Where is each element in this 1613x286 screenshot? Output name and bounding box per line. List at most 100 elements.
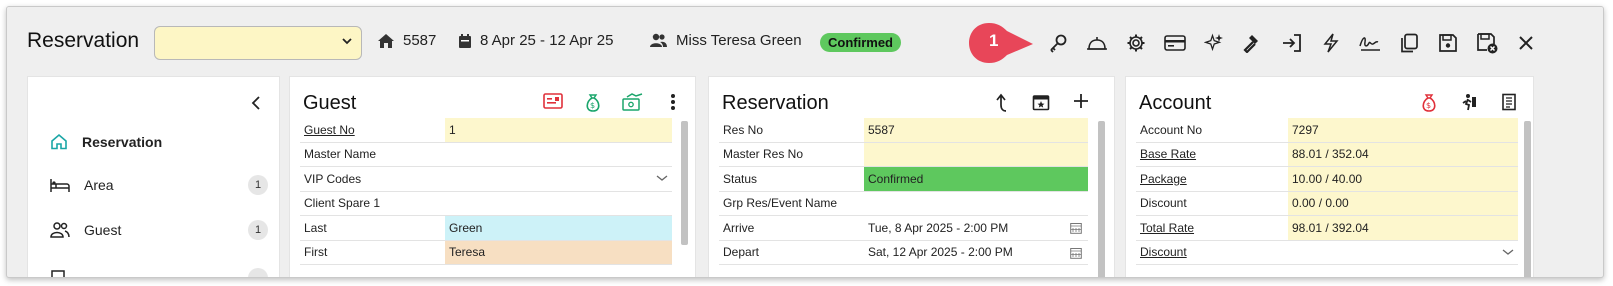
arrow-up-icon[interactable] [981,93,1021,113]
account-card: Account $ Account No 7297 Base Rate 88.01 … [1125,76,1534,277]
reservation-fields: Res No 5587 Master Res No Status Confirmed… [719,118,1088,265]
field-status: Status Confirmed [719,167,1088,192]
field-depart: Depart Sat, 12 Apr 2025 - 2:00 PM [719,241,1088,265]
guest-card: Guest $ Guest No 1 Master Name VIP Codes … [289,76,696,277]
scrollbar[interactable] [681,121,688,245]
calendar-icon[interactable] [1070,247,1082,262]
reservation-select[interactable] [154,26,362,60]
money-bag-icon[interactable]: $ [1409,93,1449,113]
field-vip-codes: VIP Codes [300,167,672,192]
account-no-label: Account No [1140,122,1203,137]
receipt-icon[interactable] [1489,93,1529,113]
status-label: Status [723,171,758,186]
grp-res-value[interactable] [864,192,1088,216]
copy-icon[interactable] [1389,31,1428,55]
home-icon [378,33,394,48]
guest-no-label[interactable]: Guest No [300,123,445,137]
collapse-icon[interactable] [251,95,261,116]
first-name-label: First [304,245,328,260]
hammer-icon[interactable] [1233,31,1272,55]
account-no-value[interactable]: 7297 [1288,118,1518,142]
chevron-down-icon [1502,246,1514,260]
app-window: Reservation 5587 8 Apr 25 - 12 Apr 25 Mi… [6,6,1604,278]
home-icon [51,133,67,150]
calendar-icon[interactable] [1070,222,1082,237]
field-last: Last Green [300,216,672,241]
field-discount-amount: Discount 0.00 / 0.00 [1136,191,1518,216]
total-rate-value[interactable]: 98.01 / 392.04 [1288,216,1518,240]
discount-select[interactable] [1288,241,1518,265]
first-name-value[interactable]: Teresa [445,240,672,264]
scrollbar[interactable] [1098,121,1105,277]
save-icon[interactable] [1428,31,1467,55]
top-bar: Reservation 5587 8 Apr 25 - 12 Apr 25 Mi… [7,7,1603,75]
room-info: 5587 [377,32,436,49]
side-nav: Reservation Area 1 Guest 1 [27,76,280,277]
vip-codes-label: VIP Codes [304,171,362,186]
nav-item-area[interactable]: Area 1 [50,175,268,195]
signature-icon[interactable] [1350,31,1389,55]
reservation-card: Reservation Res No 5587 Master Res No Sta… [708,76,1115,277]
lightning-icon[interactable] [1311,31,1350,55]
id-card-icon[interactable] [533,93,573,113]
guest-no-value[interactable]: 1 [445,118,672,142]
depart-date-field[interactable]: Sat, 12 Apr 2025 - 2:00 PM [864,241,1088,265]
package-value[interactable]: 10.00 / 40.00 [1288,167,1518,191]
nav-item-guest[interactable]: Guest 1 [50,220,268,240]
sign-in-icon[interactable] [1272,31,1311,55]
scrollbar[interactable] [1524,121,1531,277]
client-spare-value[interactable] [445,192,672,216]
cash-trend-icon[interactable] [613,93,653,113]
nav-item-partial[interactable] [50,268,268,277]
field-res-no: Res No 5587 [719,118,1088,143]
master-name-label: Master Name [304,147,377,162]
master-res-no-value[interactable] [864,142,1088,166]
base-rate-value[interactable]: 88.01 / 352.04 [1288,142,1518,166]
reservation-card-title: Reservation [722,92,829,114]
last-name-label: Last [304,220,327,235]
guest-fields: Guest No 1 Master Name VIP Codes Client S… [300,118,672,265]
master-res-no-label: Master Res No [723,147,804,162]
gear-icon[interactable] [1116,31,1155,55]
vip-codes-select[interactable] [445,167,672,191]
package-link[interactable]: Package [1136,172,1288,186]
guest-name: Miss Teresa Green [676,32,802,49]
field-first: First Teresa [300,240,672,265]
document-icon [51,270,65,277]
sparkle-icon[interactable] [1194,31,1233,55]
money-bag-icon[interactable]: $ [573,93,613,113]
last-name-value[interactable]: Green [445,216,672,240]
field-base-rate: Base Rate 88.01 / 352.04 [1136,142,1518,167]
more-vertical-icon[interactable] [653,93,693,113]
credit-card-icon[interactable] [1155,31,1194,55]
person-walking-icon[interactable] [1449,93,1489,113]
count-badge [248,268,268,277]
people-icon [50,222,70,238]
reservation-card-icons [981,93,1101,113]
room-number: 5587 [403,32,437,49]
account-card-title: Account [1139,92,1212,114]
arrive-date-field[interactable]: Tue, 8 Apr 2025 - 2:00 PM [864,216,1088,240]
res-no-value[interactable]: 5587 [864,118,1088,142]
key-icon[interactable] [1038,31,1077,55]
bell-icon[interactable] [1077,31,1116,55]
count-badge: 1 [248,220,268,240]
field-master-name: Master Name [300,143,672,167]
account-fields: Account No 7297 Base Rate 88.01 / 352.04 P… [1136,118,1518,265]
base-rate-link[interactable]: Base Rate [1136,147,1288,161]
nav-item-reservation[interactable]: Reservation [50,133,268,150]
calendar-star-icon[interactable] [1021,93,1061,113]
close-icon[interactable] [1506,31,1545,55]
field-total-rate: Total Rate 98.01 / 392.04 [1136,216,1518,241]
discount-link[interactable]: Discount [1136,245,1288,259]
status-value[interactable]: Confirmed [864,167,1088,191]
save-close-icon[interactable] [1467,31,1506,55]
master-name-value[interactable] [445,143,672,167]
plus-icon[interactable] [1061,93,1101,113]
account-card-icons: $ [1409,93,1529,113]
field-grp-res: Grp Res/Event Name [719,192,1088,216]
total-rate-link[interactable]: Total Rate [1136,221,1288,235]
res-no-label: Res No [723,122,764,137]
field-guest-no: Guest No 1 [300,118,672,143]
discount-value[interactable]: 0.00 / 0.00 [1288,191,1518,215]
